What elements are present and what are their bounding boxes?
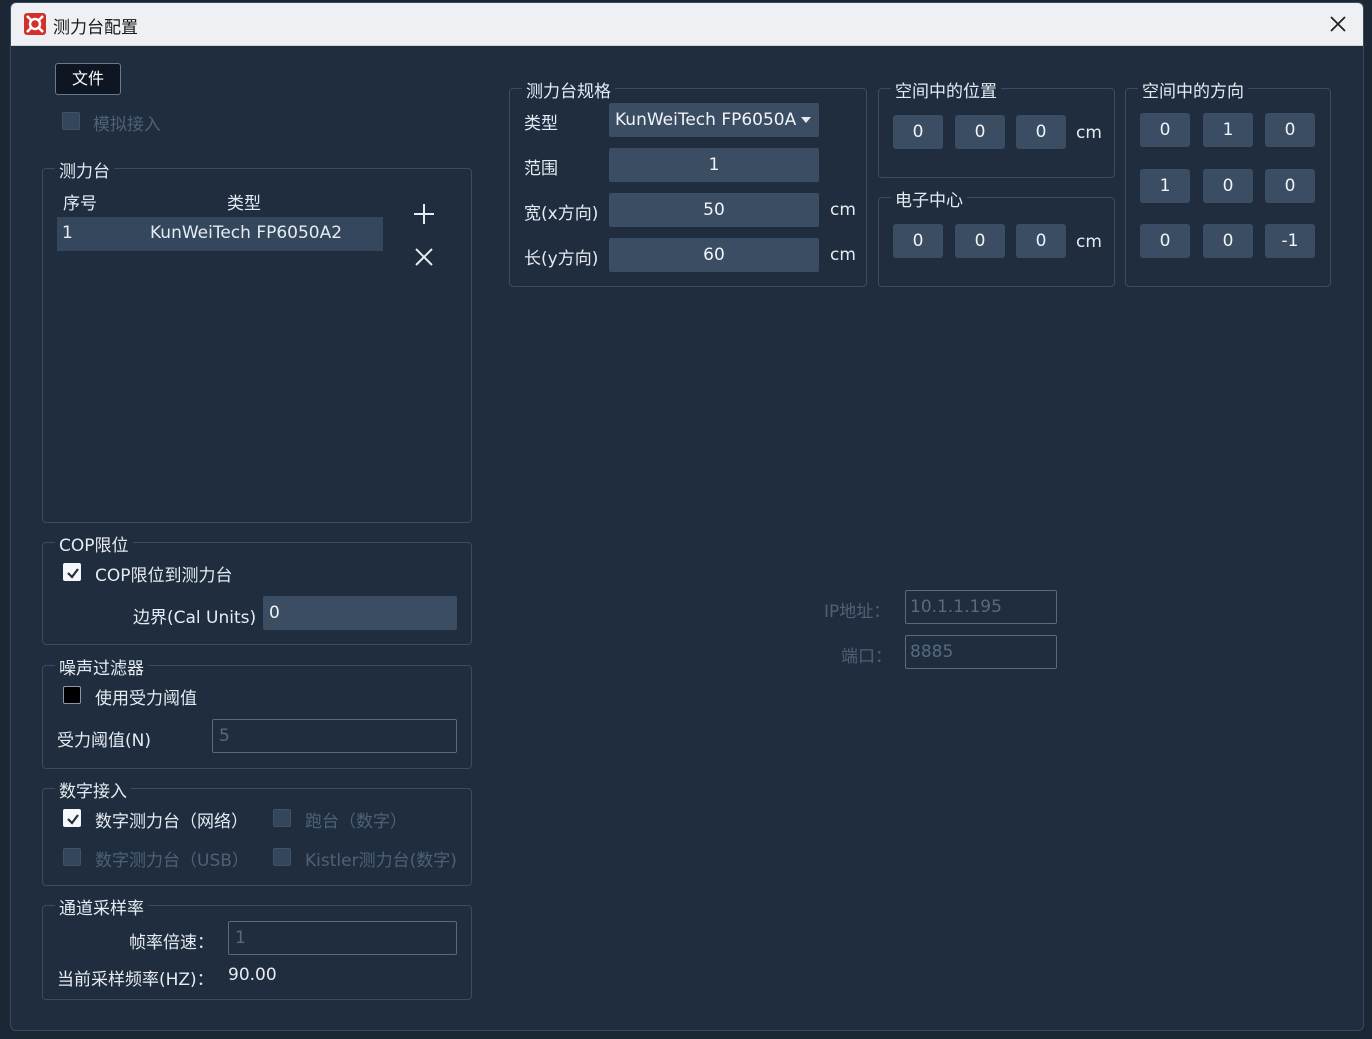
frame-multiplier-input[interactable]: 1: [228, 921, 457, 955]
add-icon[interactable]: [411, 201, 437, 227]
orientation-r2c2[interactable]: 0: [1203, 169, 1253, 203]
treadmill-label: 跑台（数字）: [305, 812, 407, 832]
threshold-label: 受力阈值(N): [57, 731, 151, 751]
width-label: 宽(x方向): [524, 204, 599, 224]
frame-multiplier-label: 帧率倍速：: [129, 933, 214, 953]
orientation-r1c3[interactable]: 0: [1265, 113, 1315, 147]
dropdown-arrow-icon: [801, 117, 811, 123]
sampling-title: 通道采样率: [55, 894, 148, 919]
window-title: 测力台配置: [53, 18, 138, 38]
length-input[interactable]: 60: [609, 238, 819, 272]
border-input[interactable]: 0: [263, 596, 457, 630]
orientation-r3c3[interactable]: -1: [1265, 224, 1315, 258]
kistler-checkbox[interactable]: [273, 848, 291, 866]
position-y-input[interactable]: 0: [955, 115, 1005, 149]
current-rate-value: 90.00: [228, 965, 277, 985]
close-icon[interactable]: [1327, 13, 1349, 35]
plate-spec-title: 测力台规格: [522, 77, 615, 102]
usb-plate-checkbox[interactable]: [63, 848, 81, 866]
simulate-label: 模拟接入: [93, 115, 161, 135]
simulate-checkbox[interactable]: [62, 112, 80, 130]
orientation-title: 空间中的方向: [1138, 77, 1248, 102]
treadmill-checkbox[interactable]: [273, 809, 291, 827]
border-label: 边界(Cal Units): [133, 608, 257, 628]
orientation-r2c1[interactable]: 1: [1140, 169, 1190, 203]
plate-spec-group: 测力台规格 类型 KunWeiTech FP6050A 范围 1 宽(x方向) …: [509, 77, 867, 287]
network-plate-label: 数字测力台（网络）: [95, 812, 248, 832]
spec-type-label: 类型: [524, 114, 558, 134]
electronic-center-group: 电子中心 0 0 0 cm: [878, 186, 1115, 287]
column-header-type[interactable]: 类型: [227, 189, 261, 214]
plate-list-group: 测力台 序号 类型 1 KunWeiTech FP6050A2: [42, 157, 472, 523]
app-logo-icon: [24, 13, 46, 35]
width-unit: cm: [830, 200, 856, 220]
use-threshold-label: 使用受力阈值: [95, 689, 197, 709]
delete-icon[interactable]: [411, 244, 437, 270]
orientation-group: 空间中的方向 0 1 0 1 0 0 0 0 -1: [1125, 77, 1331, 287]
ip-label: IP地址：: [824, 602, 891, 622]
position-x-input[interactable]: 0: [893, 115, 943, 149]
sampling-group: 通道采样率 帧率倍速： 1 当前采样频率(HZ)： 90.00: [42, 894, 472, 1000]
row-type: KunWeiTech FP6050A2: [150, 223, 343, 243]
position-unit: cm: [1076, 123, 1102, 143]
usb-plate-label: 数字测力台（USB）: [95, 851, 249, 871]
current-rate-label: 当前采样频率(HZ)：: [57, 970, 214, 990]
orientation-r3c1[interactable]: 0: [1140, 224, 1190, 258]
digital-access-group: 数字接入 数字测力台（网络） 跑台（数字） 数字测力台（USB） Kistler…: [42, 777, 472, 886]
orientation-r1c1[interactable]: 0: [1140, 113, 1190, 147]
digital-access-title: 数字接入: [55, 777, 131, 802]
length-label: 长(y方向): [524, 249, 599, 269]
center-unit: cm: [1076, 232, 1102, 252]
orientation-r3c2[interactable]: 0: [1203, 224, 1253, 258]
cop-group: COP限位 COP限位到测力台 边界(Cal Units) 0: [42, 531, 472, 645]
title-bar: 测力台配置: [11, 3, 1363, 46]
file-button[interactable]: 文件: [55, 63, 121, 95]
position-group: 空间中的位置 0 0 0 cm: [878, 77, 1115, 178]
noise-filter-group: 噪声过滤器 使用受力阈值 受力阈值(N) 5: [42, 654, 472, 769]
port-input[interactable]: 8885: [905, 635, 1057, 669]
plate-list-title: 测力台: [55, 157, 114, 182]
use-threshold-checkbox[interactable]: [63, 686, 81, 704]
kistler-label: Kistler测力台(数字): [305, 851, 457, 871]
content-area: 文件 模拟接入 测力台 序号 类型 1 KunWeiTech FP6050A2 …: [11, 46, 1363, 1030]
plate-type-value: KunWeiTech FP6050A: [615, 110, 797, 130]
table-row[interactable]: 1 KunWeiTech FP6050A2: [57, 217, 383, 251]
plate-type-select[interactable]: KunWeiTech FP6050A: [609, 103, 819, 137]
port-label: 端口：: [841, 647, 892, 667]
center-y-input[interactable]: 0: [955, 224, 1005, 258]
center-z-input[interactable]: 0: [1016, 224, 1066, 258]
orientation-r1c2[interactable]: 1: [1203, 113, 1253, 147]
position-title: 空间中的位置: [891, 77, 1001, 102]
position-z-input[interactable]: 0: [1016, 115, 1066, 149]
force-plate-config-window: 测力台配置 文件 模拟接入 测力台 序号 类型 1 KunWeiTech FP6…: [10, 2, 1364, 1031]
width-input[interactable]: 50: [609, 193, 819, 227]
row-index: 1: [62, 223, 73, 243]
electronic-center-title: 电子中心: [891, 186, 967, 211]
length-unit: cm: [830, 245, 856, 265]
center-x-input[interactable]: 0: [893, 224, 943, 258]
orientation-r2c3[interactable]: 0: [1265, 169, 1315, 203]
range-input[interactable]: 1: [609, 148, 819, 182]
column-header-index[interactable]: 序号: [63, 189, 97, 214]
cop-limit-checkbox[interactable]: [63, 563, 81, 581]
noise-filter-title: 噪声过滤器: [55, 654, 148, 679]
threshold-input[interactable]: 5: [212, 719, 457, 753]
range-label: 范围: [524, 159, 558, 179]
cop-title: COP限位: [55, 531, 133, 556]
cop-limit-label: COP限位到测力台: [95, 566, 233, 586]
network-plate-checkbox[interactable]: [63, 809, 81, 827]
ip-input[interactable]: 10.1.1.195: [905, 590, 1057, 624]
